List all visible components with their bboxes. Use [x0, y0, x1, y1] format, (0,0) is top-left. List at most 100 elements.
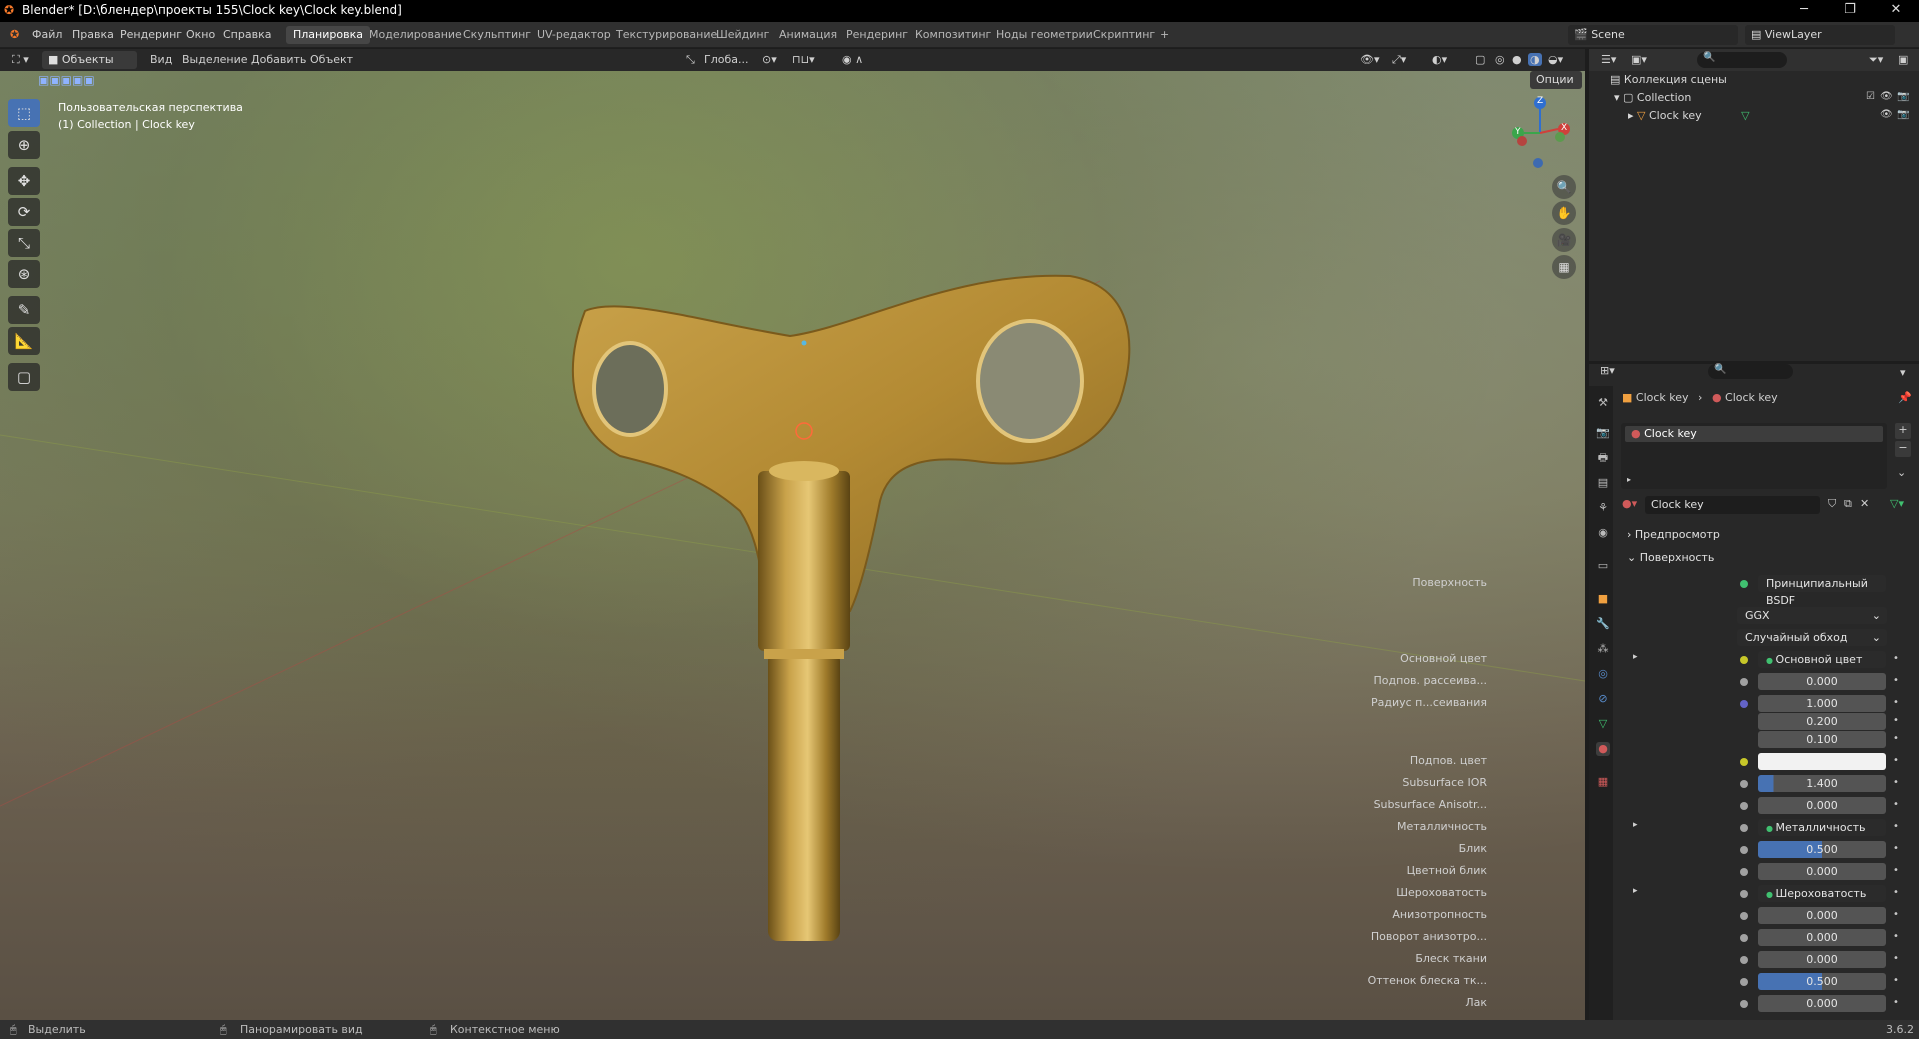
- tab-animation[interactable]: Анимация: [772, 26, 844, 44]
- collection-tab-icon[interactable]: ▭: [1596, 559, 1610, 573]
- camera-icon[interactable]: 🎥: [1552, 228, 1576, 252]
- input-socket-icon[interactable]: [1740, 846, 1748, 854]
- numeric-field[interactable]: 0.500: [1758, 841, 1886, 858]
- input-socket-icon[interactable]: [1740, 934, 1748, 942]
- render-tab-icon[interactable]: 📷: [1596, 426, 1610, 440]
- new-collection-icon[interactable]: ▣: [1898, 53, 1908, 66]
- material-slot-item[interactable]: ● Clock key: [1625, 426, 1883, 442]
- 3d-viewport[interactable]: Z Y X Пользовательская перспектива (1) C…: [0, 71, 1585, 1020]
- pin-icon[interactable]: 📌: [1898, 391, 1912, 404]
- pan-hand-icon[interactable]: ✋: [1552, 201, 1576, 225]
- world-tab-icon[interactable]: ◉: [1596, 526, 1610, 540]
- minimize-button[interactable]: ─: [1781, 0, 1827, 22]
- cursor-tool[interactable]: ⊕: [8, 131, 40, 159]
- input-socket-icon[interactable]: [1740, 678, 1748, 686]
- scene-selector[interactable]: 🎬 Scene: [1568, 25, 1738, 45]
- preview-section-header[interactable]: › Предпросмотр: [1627, 528, 1720, 541]
- options-dropdown[interactable]: Опции: [1530, 71, 1582, 89]
- material-name-field[interactable]: Clock key: [1645, 496, 1820, 514]
- input-socket-icon[interactable]: [1740, 890, 1748, 898]
- keyframe-dot-icon[interactable]: •: [1893, 777, 1899, 788]
- data-tab-icon[interactable]: ▽: [1596, 717, 1610, 731]
- numeric-field[interactable]: 1.000: [1758, 695, 1886, 712]
- add-slot-button[interactable]: +: [1895, 423, 1911, 439]
- properties-options-icon[interactable]: ▾: [1900, 366, 1906, 379]
- constraints-tab-icon[interactable]: ⊘: [1596, 692, 1610, 706]
- measure-tool[interactable]: 📐: [8, 327, 40, 355]
- keyframe-dot-icon[interactable]: •: [1893, 755, 1899, 766]
- select-box-tool[interactable]: ⬚: [8, 99, 40, 127]
- link-data-icon[interactable]: ▽▾: [1890, 497, 1904, 510]
- overlay-icon[interactable]: ◐▾: [1432, 53, 1447, 66]
- keyframe-dot-icon[interactable]: •: [1893, 799, 1899, 810]
- modifier-tab-icon[interactable]: 🔧: [1596, 617, 1610, 631]
- scale-tool[interactable]: ⤡: [8, 229, 40, 257]
- material-tab-icon[interactable]: ●: [1596, 742, 1610, 756]
- linked-input-field[interactable]: ● Шероховатость: [1758, 885, 1886, 902]
- menu-object[interactable]: Объект: [310, 53, 353, 66]
- tab-layout[interactable]: Планировка: [286, 26, 370, 44]
- add-cube-tool[interactable]: ▢: [8, 363, 40, 391]
- particles-tab-icon[interactable]: ⁂: [1596, 642, 1610, 656]
- numeric-field[interactable]: 0.000: [1758, 863, 1886, 880]
- subsurface-method-dropdown[interactable]: Случайный обход ⌄: [1737, 629, 1887, 646]
- shading-wireframe-icon[interactable]: ◎: [1495, 53, 1505, 66]
- menu-window[interactable]: Окно: [186, 28, 215, 41]
- menu-help[interactable]: Справка: [223, 28, 271, 41]
- input-socket-icon[interactable]: [1740, 758, 1748, 766]
- gizmo-y-label[interactable]: Y: [1515, 127, 1521, 137]
- filter-icon[interactable]: ⏷▾: [1869, 53, 1883, 67]
- input-socket-icon[interactable]: [1740, 868, 1748, 876]
- proportional-edit-icon[interactable]: ◉ ∧: [842, 53, 863, 66]
- keyframe-dot-icon[interactable]: •: [1893, 715, 1899, 726]
- properties-editor-type-icon[interactable]: ⊞▾: [1600, 364, 1615, 377]
- input-socket-icon[interactable]: [1740, 912, 1748, 920]
- physics-tab-icon[interactable]: ◎: [1596, 667, 1610, 681]
- tab-texture-paint[interactable]: Текстурирование: [609, 26, 724, 44]
- shader-socket-icon[interactable]: [1740, 580, 1748, 588]
- input-socket-icon[interactable]: [1740, 1000, 1748, 1008]
- shading-rendered-icon[interactable]: ◒▾: [1548, 53, 1563, 66]
- keyframe-dot-icon[interactable]: •: [1893, 997, 1899, 1008]
- blender-menu-icon[interactable]: ✪: [10, 28, 19, 41]
- expand-arrow-icon[interactable]: ▸: [1633, 652, 1638, 662]
- outliner-scene-collection[interactable]: ▤ Коллекция сцены: [1610, 73, 1727, 86]
- menu-view[interactable]: Вид: [150, 53, 172, 66]
- add-workspace-button[interactable]: +: [1153, 26, 1176, 44]
- transform-tool[interactable]: ⊛: [8, 260, 40, 288]
- object-visibility-eye-icon[interactable]: 👁: [1880, 109, 1893, 120]
- numeric-field[interactable]: 1.400: [1758, 775, 1886, 792]
- linked-input-field[interactable]: ● Основной цвет: [1758, 651, 1886, 668]
- transform-orientation-dropdown[interactable]: Глоба...: [704, 53, 748, 66]
- keyframe-dot-icon[interactable]: •: [1893, 733, 1899, 744]
- input-socket-icon[interactable]: [1740, 700, 1748, 708]
- input-socket-icon[interactable]: [1740, 956, 1748, 964]
- tab-modeling[interactable]: Моделирование: [362, 26, 469, 44]
- rotate-tool[interactable]: ⟳: [8, 198, 40, 226]
- transform-orientation-icon[interactable]: ⤡: [686, 53, 695, 67]
- numeric-field[interactable]: 0.000: [1758, 929, 1886, 946]
- snap-icon[interactable]: ⊓⊔▾: [792, 53, 815, 66]
- keyframe-dot-icon[interactable]: •: [1893, 865, 1899, 876]
- expand-arrow-icon[interactable]: ▸: [1628, 109, 1637, 122]
- collection-checkbox[interactable]: ☑: [1866, 91, 1875, 102]
- tab-rendering[interactable]: Рендеринг: [839, 26, 915, 44]
- keyframe-dot-icon[interactable]: •: [1893, 675, 1899, 686]
- material-slot-list[interactable]: ● Clock key ▸: [1621, 423, 1887, 489]
- input-socket-icon[interactable]: [1740, 824, 1748, 832]
- display-mode-icon[interactable]: ▣▾: [1631, 53, 1647, 66]
- linked-input-field[interactable]: ● Металличность: [1758, 819, 1886, 836]
- tab-scripting[interactable]: Скриптинг: [1086, 26, 1162, 44]
- xray-icon[interactable]: ▢: [1475, 53, 1485, 66]
- input-socket-icon[interactable]: [1740, 656, 1748, 664]
- unlink-material-icon[interactable]: ✕: [1860, 497, 1869, 510]
- properties-search-input[interactable]: 🔍: [1708, 364, 1793, 379]
- keyframe-dot-icon[interactable]: •: [1893, 975, 1899, 986]
- collection-render-camera-icon[interactable]: 📷: [1897, 91, 1909, 102]
- grid-perspective-icon[interactable]: ▦: [1552, 255, 1576, 279]
- menu-select[interactable]: Выделение: [182, 53, 248, 66]
- keyframe-dot-icon[interactable]: •: [1893, 653, 1899, 664]
- keyframe-dot-icon[interactable]: •: [1893, 953, 1899, 964]
- outliner-search-input[interactable]: 🔍: [1697, 52, 1787, 68]
- menu-render[interactable]: Рендеринг: [120, 28, 182, 41]
